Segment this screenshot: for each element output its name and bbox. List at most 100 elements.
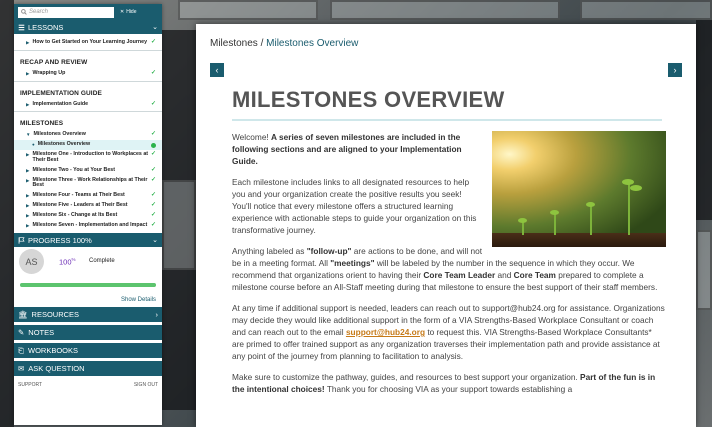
ask-question-label: ASK QUESTION — [28, 364, 85, 374]
lesson-item[interactable]: ▶ How to Get Started on Your Learning Jou… — [14, 34, 162, 48]
milestone-label: Milestone Seven - Implementation and Imp… — [32, 221, 148, 228]
check-icon: ✓ — [150, 201, 156, 208]
milestone-item[interactable]: ▶ Milestone Five - Leaders at Their Best ✓ — [14, 201, 162, 211]
resources-button[interactable]: 🏛 RESOURCES › — [14, 307, 162, 323]
support-link[interactable]: SUPPORT — [18, 382, 42, 388]
close-icon: ✕ — [120, 9, 125, 15]
check-icon: ✓ — [150, 211, 156, 218]
bullet-icon: ▶ — [26, 167, 30, 173]
bullet-icon: ▶ — [26, 101, 30, 107]
workbook-icon: ⎗ — [18, 345, 24, 355]
notes-icon: ✎ — [18, 328, 25, 338]
breadcrumb-root-link[interactable]: Milestones — [210, 38, 258, 49]
milestone-item[interactable]: ▶ Milestone Seven - Implementation and Im… — [14, 221, 162, 231]
bullet-icon: ▶ — [26, 40, 30, 45]
lesson-label: Milestones Overview — [33, 131, 86, 138]
hide-sidebar-button[interactable]: ✕ Hide — [120, 9, 137, 15]
workbooks-button[interactable]: ⎗ WORKBOOKS — [14, 343, 162, 359]
bullet-icon: ▶ — [26, 212, 30, 218]
lesson-item-expanded[interactable]: ▼ Milestones Overview ✓ — [14, 130, 162, 140]
milestone-list: ▶ Milestone One - Introduction to Workpla… — [14, 150, 162, 230]
workbooks-label: WORKBOOKS — [28, 346, 79, 356]
page-title: MILESTONES OVERVIEW — [232, 87, 505, 112]
check-icon: ✓ — [150, 192, 156, 199]
group-title-implementation: IMPLEMENTATION GUIDE — [20, 89, 102, 97]
milestone-label: Milestone Five - Leaders at Their Best — [32, 201, 128, 208]
check-icon: ✓ — [150, 221, 156, 228]
milestone-item[interactable]: ▶ Milestone Six - Change at Its Best ✓ — [14, 211, 162, 221]
progress-status: Complete — [89, 258, 115, 265]
milestone-label: Milestone Four - Teams at Their Best — [32, 192, 125, 199]
show-details-link[interactable]: Show Details — [14, 295, 162, 307]
lesson-pager: ‹ › — [210, 63, 682, 77]
flag-icon — [18, 237, 25, 244]
chevron-right-icon: › — [155, 310, 159, 320]
check-icon: ✓ — [150, 151, 156, 158]
notes-button[interactable]: ✎ NOTES — [14, 325, 162, 341]
milestone-item[interactable]: ▶ Milestone Two - You at Your Best ✓ — [14, 166, 162, 176]
current-dot-icon — [151, 143, 156, 149]
group-title-recap: RECAP AND REVIEW — [20, 58, 88, 66]
breadcrumb-separator: / — [257, 38, 267, 49]
check-icon: ✓ — [150, 69, 156, 76]
previous-lesson-button[interactable]: ‹ — [210, 63, 224, 77]
milestone-label: Milestone Three - Work Relationships at … — [32, 176, 148, 189]
group-title-milestones: MILESTONES — [20, 120, 64, 128]
bullet-icon: ▶ — [26, 193, 30, 199]
title-divider — [232, 119, 662, 121]
lesson-label: Implementation Guide — [32, 100, 89, 107]
progress-header-label: PROGRESS 100% — [28, 235, 92, 245]
lesson-label: Wrapping Up — [32, 69, 66, 76]
lessons-header[interactable]: LESSONS ⌄ — [14, 20, 162, 34]
breadcrumb-current[interactable]: Milestones Overview — [266, 38, 358, 49]
check-icon: ✓ — [150, 166, 156, 173]
milestone-item[interactable]: ▶ Milestone One - Introduction to Workpla… — [14, 150, 162, 166]
chevron-down-icon: ⌄ — [152, 237, 158, 245]
progress-header[interactable]: PROGRESS 100% ⌄ — [14, 233, 162, 248]
lesson-item[interactable]: ▶ Implementation Guide ✓ — [14, 100, 162, 110]
support-email-link[interactable]: support@hub24.org — [346, 327, 425, 337]
question-icon: ✉ — [18, 364, 25, 374]
resources-label: RESOURCES — [31, 310, 80, 320]
sidebar-footer: SUPPORT SIGN OUT — [14, 376, 162, 394]
bullet-icon: ▶ — [26, 222, 30, 228]
bullet-icon: ● — [32, 142, 35, 148]
progress-percent: 100% — [59, 257, 76, 267]
search-input[interactable]: Search — [18, 6, 114, 18]
progress-bar — [20, 283, 156, 288]
lesson-item[interactable]: ▶ Wrapping Up ✓ — [14, 69, 162, 79]
ask-question-button[interactable]: ✉ ASK QUESTION — [14, 361, 162, 377]
milestone-item[interactable]: ▶ Milestone Four - Teams at Their Best ✓ — [14, 191, 162, 201]
lesson-label: How to Get Started on Your Learning Jour… — [32, 39, 148, 45]
lesson-label: Milestones Overview — [37, 141, 91, 148]
search-icon — [21, 9, 27, 15]
avatar: AS — [19, 249, 44, 275]
check-icon: ✓ — [150, 100, 156, 107]
milestone-item[interactable]: ▶ Milestone Three - Work Relationships at… — [14, 176, 162, 192]
paragraph-customize: Make sure to customize the pathway, guid… — [232, 372, 656, 394]
progress-panel: AS 100% Complete — [14, 247, 162, 295]
paragraph-labels: Anything labeled as "follow-up" are acti… — [232, 246, 658, 292]
sign-out-link[interactable]: SIGN OUT — [134, 382, 158, 388]
bullet-icon: ▶ — [26, 70, 30, 76]
chevron-left-icon: ‹ — [215, 65, 219, 75]
lesson-subitem-active[interactable]: ● Milestones Overview — [14, 140, 162, 151]
milestone-label: Milestone One - Introduction to Workplac… — [32, 151, 149, 163]
progress-unit: % — [71, 257, 76, 263]
milestone-label: Milestone Six - Change at Its Best — [32, 211, 118, 218]
check-icon: ✓ — [150, 176, 156, 183]
triangle-down-icon: ▼ — [26, 132, 31, 138]
paragraph-support: At any time if additional support is nee… — [232, 303, 665, 361]
search-placeholder: Search — [29, 9, 49, 15]
next-lesson-button[interactable]: › — [668, 63, 682, 77]
milestone-label: Milestone Two - You at Your Best — [32, 166, 115, 173]
check-icon: ✓ — [150, 131, 156, 138]
notes-label: NOTES — [28, 328, 55, 338]
lesson-body: Welcome! A series of seven milestones ar… — [232, 131, 666, 395]
lessons-header-label: LESSONS — [28, 22, 64, 32]
sidebar-topbar: Search ✕ Hide — [14, 4, 162, 20]
progress-value: 100 — [59, 257, 72, 267]
building-icon: 🏛 — [18, 310, 28, 320]
chevron-right-icon: › — [673, 65, 677, 75]
breadcrumb: Milestones / Milestones Overview — [210, 38, 682, 49]
